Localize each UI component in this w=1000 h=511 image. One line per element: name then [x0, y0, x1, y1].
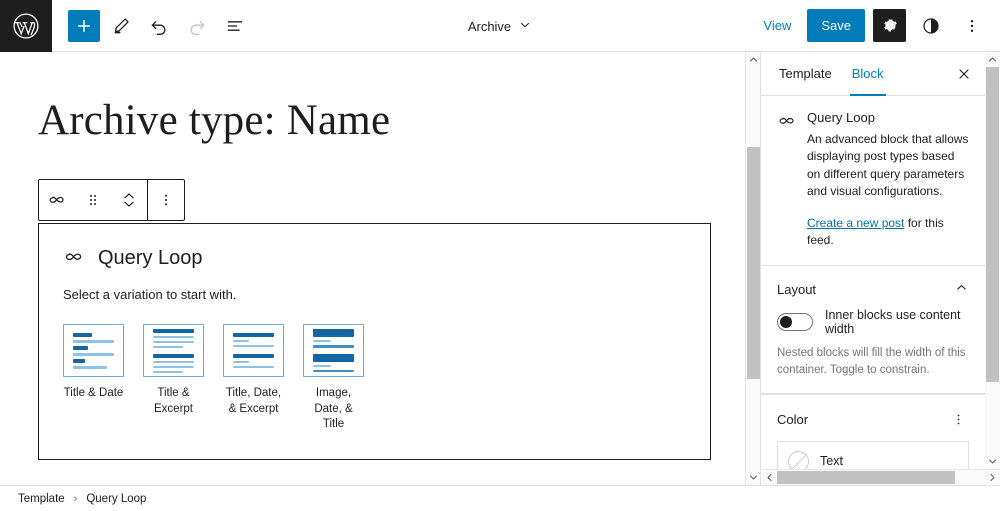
block-card: Query Loop An advanced block that allows… [777, 110, 969, 249]
inner-blocks-content-width-toggle[interactable] [777, 313, 813, 332]
more-options-button[interactable] [955, 9, 988, 42]
h-scroll-track[interactable] [777, 470, 984, 486]
document-title-text: Archive [467, 18, 512, 34]
layout-panel-header[interactable]: Layout [761, 266, 985, 308]
layout-panel-body: Inner blocks use content width Nested bl… [761, 308, 985, 392]
inner-blocks-toggle-row: Inner blocks use content width [777, 308, 969, 336]
block-card-feed-note: Create a new post for this feed. [807, 215, 969, 250]
color-panel-title: Color [777, 412, 809, 428]
move-up-down-button[interactable] [111, 180, 147, 220]
variation-title-date-excerpt[interactable]: Title, Date, & Excerpt [223, 324, 284, 433]
canvas-vertical-scrollbar[interactable] [745, 52, 760, 485]
sidebar-scroll-area: Template Block Query Loop An advanced bl… [761, 52, 1000, 469]
layout-panel: Layout Inner blocks use content width Ne… [761, 266, 985, 394]
block-card-description: An advanced block that allows displaying… [807, 132, 969, 199]
color-panel: Color Text [761, 393, 985, 469]
breadcrumb-item-template[interactable]: Template [18, 493, 65, 505]
settings-sidebar: Template Block Query Loop An advanced bl… [760, 52, 1000, 485]
drag-handle-icon[interactable] [75, 180, 111, 220]
query-loop-icon [63, 246, 85, 271]
edit-tool-button[interactable] [104, 9, 138, 43]
variation-title-excerpt[interactable]: Title & Excerpt [143, 324, 204, 433]
block-editor-app: Archive View Save Archive type: Name Que… [0, 0, 1000, 511]
layout-panel-title: Layout [777, 281, 817, 297]
styles-contrast-button[interactable] [914, 9, 947, 42]
create-new-post-link[interactable]: Create a new post [807, 216, 904, 230]
color-row-label: Text [820, 454, 843, 469]
query-loop-subtitle: Select a variation to start with. [63, 287, 237, 302]
variation-list: Title & Date Title & Excerpt Title, Date… [63, 324, 686, 433]
variation-title-date[interactable]: Title & Date [63, 324, 124, 433]
scroll-up-arrow-icon[interactable] [985, 52, 1000, 67]
canvas-content: Archive type: Name Query Loop Select a v… [0, 52, 760, 485]
query-loop-header: Query Loop [63, 246, 686, 271]
color-panel-header: Color [761, 395, 985, 441]
variation-thumbnail [63, 324, 124, 377]
save-button[interactable]: Save [807, 9, 865, 42]
add-block-button[interactable] [68, 9, 100, 42]
tab-template[interactable]: Template [769, 52, 842, 96]
scroll-up-arrow-icon[interactable] [746, 52, 761, 67]
block-card-body: Query Loop An advanced block that allows… [807, 110, 969, 249]
color-options-button[interactable] [947, 409, 969, 431]
page-title: Archive type: Name [38, 97, 391, 144]
breadcrumb-item-query-loop[interactable]: Query Loop [86, 493, 146, 505]
chevron-down-icon [518, 18, 532, 35]
editor-top-bar: Archive View Save [0, 0, 1000, 52]
sidebar-tabs: Template Block [761, 52, 985, 96]
query-loop-title: Query Loop [98, 247, 203, 269]
color-swatch-none-icon [788, 450, 809, 469]
layout-help-text: Nested blocks will fill the width of thi… [777, 347, 966, 377]
variation-label: Image, Date, & Title [314, 387, 353, 431]
tab-block[interactable]: Block [842, 52, 894, 96]
variation-label: Title & Date [63, 387, 124, 399]
redo-button[interactable] [180, 9, 214, 43]
toggle-knob [780, 316, 792, 329]
breadcrumb: Template › Query Loop [0, 485, 1000, 511]
scroll-right-arrow-icon[interactable] [984, 470, 1000, 486]
variation-image-date-title[interactable]: Image, Date, & Title [303, 324, 364, 433]
chevron-up-icon[interactable] [954, 280, 969, 298]
editor-body: Archive type: Name Query Loop Select a v… [0, 52, 1000, 485]
block-toolbar-options-group [148, 180, 184, 220]
scroll-track[interactable] [985, 67, 1000, 454]
undo-button[interactable] [142, 9, 176, 43]
close-icon[interactable] [949, 59, 979, 89]
scroll-thumb[interactable] [746, 147, 760, 379]
variation-label: Title, Date, & Excerpt [225, 387, 282, 415]
color-row-text[interactable]: Text [778, 441, 968, 469]
scroll-down-arrow-icon[interactable] [746, 470, 761, 485]
inner-blocks-toggle-label: Inner blocks use content width [825, 308, 961, 337]
query-loop-icon [777, 110, 797, 249]
scroll-left-arrow-icon[interactable] [761, 470, 777, 486]
settings-button[interactable] [873, 9, 906, 42]
block-toolbar-main-group [39, 180, 147, 220]
sidebar-vertical-scrollbar[interactable] [985, 52, 1000, 469]
variation-thumbnail [143, 324, 204, 377]
block-options-button[interactable] [148, 180, 184, 220]
block-card-title: Query Loop [807, 110, 875, 125]
variation-thumbnail [303, 324, 364, 377]
top-bar-tools [52, 9, 252, 43]
block-info-panel: Query Loop An advanced block that allows… [761, 96, 985, 267]
list-view-button[interactable] [218, 9, 252, 43]
scroll-down-arrow-icon[interactable] [985, 454, 1000, 469]
variation-thumbnail [223, 324, 284, 377]
view-link[interactable]: View [755, 12, 799, 39]
document-title-dropdown[interactable]: Archive [460, 12, 540, 41]
block-toolbar [38, 179, 185, 221]
query-loop-placeholder-block[interactable]: Query Loop Select a variation to start w… [38, 223, 711, 460]
editor-canvas: Archive type: Name Query Loop Select a v… [0, 52, 760, 485]
scroll-thumb[interactable] [986, 67, 999, 382]
breadcrumb-separator: › [73, 492, 78, 505]
sidebar-horizontal-scrollbar[interactable] [761, 469, 1000, 485]
color-row-list: Text Background [777, 440, 969, 469]
top-bar-actions: View Save [755, 9, 1000, 42]
wordpress-logo-icon[interactable] [0, 0, 52, 52]
variation-label: Title & Excerpt [154, 387, 193, 415]
block-type-button[interactable] [39, 180, 75, 220]
h-scroll-thumb[interactable] [777, 470, 955, 484]
scroll-track[interactable] [746, 67, 761, 470]
